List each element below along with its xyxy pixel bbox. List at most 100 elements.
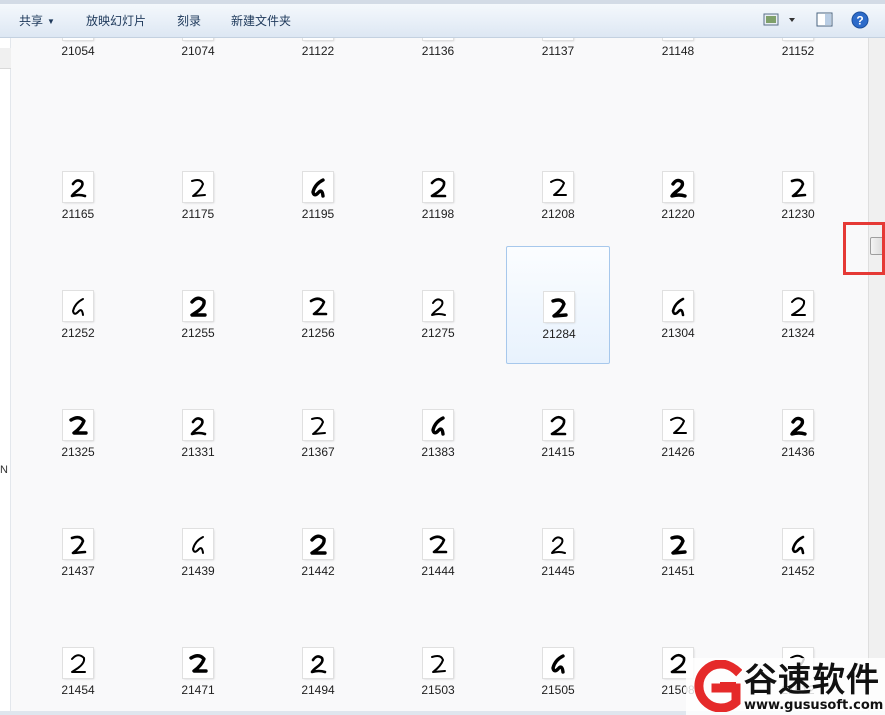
navigation-item-fragment[interactable]: N	[0, 464, 8, 476]
file-item[interactable]: 21198	[386, 127, 490, 245]
file-item[interactable]: 21503	[386, 603, 490, 715]
digit-glyph-icon	[71, 654, 86, 673]
file-item[interactable]: 21230	[746, 127, 850, 245]
preview-pane-icon	[816, 12, 833, 27]
image-thumbnail	[63, 410, 93, 440]
file-item[interactable]: 21256	[266, 246, 370, 364]
image-thumbnail	[783, 38, 813, 40]
digit-glyph-icon	[190, 417, 207, 436]
file-item-selected[interactable]: 21284	[506, 246, 610, 364]
image-thumbnail	[183, 172, 213, 202]
vertical-scrollbar[interactable]	[868, 38, 885, 715]
preview-pane-button[interactable]	[815, 11, 835, 31]
file-item[interactable]: 21304	[626, 246, 730, 364]
file-item[interactable]: 21436	[746, 365, 850, 483]
file-name-label: 21444	[421, 564, 455, 578]
image-thumbnail	[303, 410, 333, 440]
image-thumbnail	[63, 648, 93, 678]
file-item[interactable]: 21165	[26, 127, 130, 245]
file-item[interactable]: 21325	[26, 365, 130, 483]
slideshow-button[interactable]: 放映幻灯片	[86, 12, 146, 30]
file-item[interactable]: 21383	[386, 365, 490, 483]
file-name-label: 21451	[661, 564, 695, 578]
image-thumbnail	[543, 410, 573, 440]
file-name-label: 21436	[781, 445, 815, 459]
image-thumbnail	[423, 410, 453, 440]
image-thumbnail	[663, 410, 693, 440]
image-thumbnail	[543, 529, 573, 559]
file-item[interactable]: 21451	[626, 484, 730, 602]
burn-button[interactable]: 刻录	[177, 12, 201, 30]
file-name-label: 21452	[781, 564, 815, 578]
file-grid[interactable]: 21054 21074 21122 21136 21137 21148 21152 21165…	[11, 38, 868, 715]
file-name-label: 21256	[301, 326, 335, 340]
view-options-icon	[763, 13, 795, 26]
file-item[interactable]: 21367	[266, 365, 370, 483]
digit-glyph-icon	[791, 535, 805, 555]
digit-glyph-icon	[192, 536, 204, 554]
file-name-label: 21165	[61, 207, 95, 221]
file-item[interactable]: 21444	[386, 484, 490, 602]
help-button[interactable]: ?	[850, 11, 870, 31]
digit-glyph-icon	[550, 415, 567, 436]
file-item[interactable]: 21471	[146, 603, 250, 715]
navigation-pane[interactable]	[0, 38, 11, 715]
image-thumbnail	[663, 291, 693, 321]
title-bar-edge	[0, 0, 885, 4]
digit-glyph-icon	[189, 654, 208, 673]
file-name-label: 21208	[541, 207, 575, 221]
file-item[interactable]: 21175	[146, 127, 250, 245]
digit-glyph-icon	[423, 38, 453, 40]
image-thumbnail	[783, 410, 813, 440]
file-item[interactable]: 21439	[146, 484, 250, 602]
file-item[interactable]: 21415	[506, 365, 610, 483]
new-folder-button[interactable]: 新建文件夹	[231, 12, 291, 30]
file-item[interactable]: 21324	[746, 246, 850, 364]
digit-glyph-icon	[543, 38, 573, 40]
file-name-label: 21074	[181, 44, 215, 58]
view-options-button[interactable]	[762, 11, 798, 31]
digit-glyph-icon	[429, 535, 448, 554]
file-item[interactable]: 21220	[626, 127, 730, 245]
file-item[interactable]: 21208	[506, 127, 610, 245]
digit-glyph-icon	[63, 38, 93, 40]
chevron-down-icon: ▼	[47, 17, 55, 26]
digit-glyph-icon	[72, 298, 84, 316]
file-item[interactable]: 21437	[26, 484, 130, 602]
image-thumbnail	[543, 172, 573, 202]
file-name-label: 21230	[781, 207, 815, 221]
digit-glyph-icon	[309, 297, 328, 316]
file-name-label: 21437	[61, 564, 95, 578]
svg-text:?: ?	[856, 14, 863, 28]
file-name-label: 21304	[661, 326, 695, 340]
digit-glyph-icon	[671, 297, 685, 317]
image-thumbnail	[783, 529, 813, 559]
digit-glyph-icon	[183, 38, 213, 40]
file-item[interactable]: 21452	[746, 484, 850, 602]
file-item[interactable]: 21426	[626, 365, 730, 483]
digit-glyph-icon	[311, 178, 325, 198]
digit-glyph-icon	[431, 416, 445, 436]
file-item[interactable]: 21195	[266, 127, 370, 245]
digit-glyph-icon	[310, 655, 327, 674]
digit-glyph-icon	[70, 535, 87, 555]
digit-glyph-icon	[190, 296, 207, 317]
file-name-label: 21494	[301, 683, 335, 697]
file-item[interactable]: 21445	[506, 484, 610, 602]
image-thumbnail	[183, 648, 213, 678]
file-item[interactable]: 21442	[266, 484, 370, 602]
share-label: 共享	[19, 14, 44, 28]
file-item[interactable]: 21275	[386, 246, 490, 364]
file-item[interactable]: 21505	[506, 603, 610, 715]
file-item[interactable]: 21454	[26, 603, 130, 715]
help-icon: ?	[851, 11, 869, 29]
file-item[interactable]: 21494	[266, 603, 370, 715]
file-item[interactable]: 21255	[146, 246, 250, 364]
file-item[interactable]: 21331	[146, 365, 250, 483]
share-menu-button[interactable]: 共享 ▼	[19, 12, 55, 30]
file-item[interactable]: 21252	[26, 246, 130, 364]
digit-glyph-icon	[551, 654, 565, 674]
digit-glyph-icon	[783, 38, 813, 40]
image-thumbnail	[423, 291, 453, 321]
image-thumbnail	[783, 172, 813, 202]
